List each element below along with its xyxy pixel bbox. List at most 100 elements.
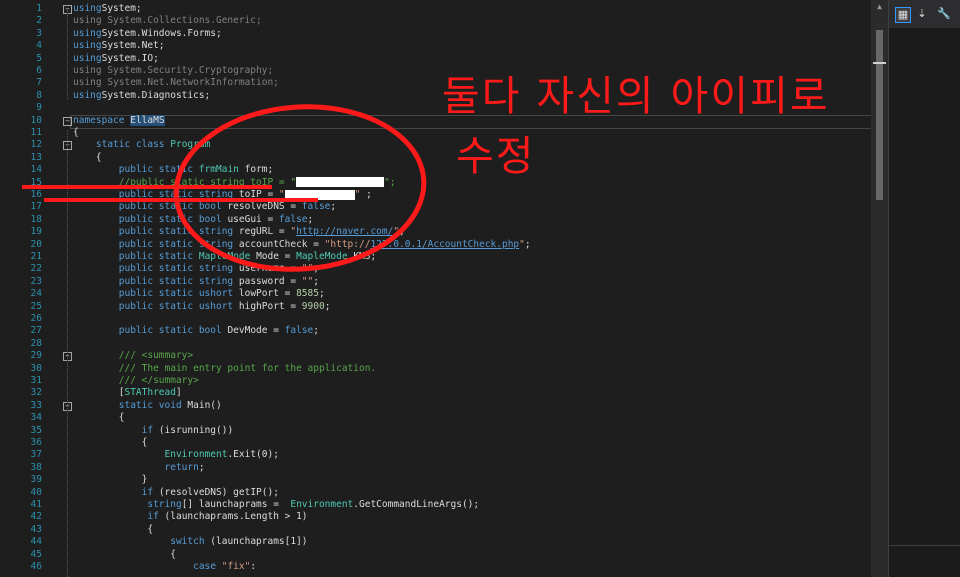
code-line[interactable]: usingSystem.Diagnostics; bbox=[73, 90, 210, 102]
code-line[interactable]: /// <summary> bbox=[73, 350, 193, 362]
code-token: toIP = bbox=[233, 189, 279, 200]
scroll-position-marker bbox=[873, 62, 886, 64]
code-line[interactable]: //public static string toIP = " "; bbox=[73, 177, 396, 189]
code-token: switch bbox=[170, 536, 205, 548]
line-number: 33 bbox=[30, 399, 42, 411]
redacted-ip bbox=[296, 177, 385, 188]
code-line[interactable]: if (launchaprams.Length > 1) bbox=[73, 511, 307, 523]
code-token: public static string bbox=[118, 275, 234, 287]
code-line[interactable]: if (isrunning()) bbox=[73, 425, 234, 437]
code-line[interactable]: /// The main entry point for the applica… bbox=[73, 363, 376, 375]
wrench-icon[interactable]: 🔧 bbox=[937, 7, 951, 21]
code-line[interactable]: public static frmMain form; bbox=[73, 164, 273, 176]
code-token: MapleMode bbox=[296, 251, 348, 262]
code-line[interactable]: static void Main() bbox=[73, 400, 222, 412]
code-token: [] launchaprams = bbox=[181, 499, 291, 510]
code-line[interactable]: public static string password = ""; bbox=[73, 276, 319, 288]
line-number: 42 bbox=[30, 511, 42, 523]
code-line[interactable]: using System.Collections.Generic; bbox=[73, 15, 262, 27]
line-number: 45 bbox=[30, 548, 42, 560]
code-line[interactable]: return; bbox=[73, 462, 205, 474]
line-number: 3 bbox=[36, 27, 42, 39]
code-line[interactable]: public static bool useGui = false; bbox=[73, 213, 314, 226]
line-number: 14 bbox=[30, 164, 42, 176]
code-token: public static string bbox=[118, 263, 234, 275]
code-line[interactable]: usingSystem; bbox=[73, 3, 142, 15]
code-line[interactable]: usingSystem.Net; bbox=[73, 40, 165, 52]
code-token: { bbox=[73, 437, 148, 448]
code-token: System.IO; bbox=[101, 52, 159, 64]
code-line[interactable]: public static bool DevMode = false; bbox=[73, 325, 319, 337]
code-line[interactable]: using System.Net.NetworkInformation; bbox=[73, 77, 279, 89]
line-number: 32 bbox=[30, 387, 42, 399]
code-line[interactable]: public static bool resolveDNS = false; bbox=[73, 201, 336, 213]
code-token: System.Windows.Forms; bbox=[101, 27, 222, 39]
line-number: 36 bbox=[30, 437, 42, 448]
code-line[interactable]: string[] launchaprams = Environment.GetC… bbox=[73, 499, 479, 511]
code-token: using System.Collections.Generic; bbox=[73, 15, 262, 27]
properties-view-icon[interactable]: ▦ bbox=[895, 7, 911, 23]
code-token: form; bbox=[238, 164, 274, 176]
code-line[interactable]: [STAThread] bbox=[73, 387, 182, 399]
code-line[interactable]: { bbox=[73, 437, 148, 449]
code-line[interactable]: namespace EllaMS bbox=[73, 114, 165, 127]
code-line[interactable]: public static string username = ""; bbox=[73, 263, 319, 275]
code-token: "" bbox=[301, 263, 314, 275]
code-line[interactable]: { bbox=[73, 412, 125, 424]
code-token: public static bool bbox=[118, 325, 222, 337]
vertical-scrollbar[interactable]: ▲ bbox=[871, 0, 888, 577]
line-number: 18 bbox=[30, 213, 42, 225]
line-number: 7 bbox=[36, 77, 42, 89]
code-token: Environment bbox=[164, 449, 228, 461]
outline-guide bbox=[67, 130, 68, 577]
code-line[interactable]: public static ushort lowPort = 8585; bbox=[73, 288, 325, 300]
code-line[interactable]: { bbox=[73, 524, 153, 536]
code-token: "" bbox=[301, 275, 314, 287]
code-line[interactable]: usingSystem.Windows.Forms; bbox=[73, 28, 222, 40]
line-number: 6 bbox=[36, 65, 42, 76]
code-line[interactable]: public static ushort highPort = 9900; bbox=[73, 301, 331, 313]
code-line[interactable]: if (resolveDNS) getIP(); bbox=[73, 487, 279, 499]
code-line[interactable]: using System.Security.Cryptography; bbox=[73, 65, 273, 77]
code-token: ] bbox=[175, 387, 182, 399]
code-line[interactable]: usingSystem.IO; bbox=[73, 53, 159, 65]
code-line[interactable]: public static string regURL = "http://na… bbox=[73, 226, 405, 238]
code-line[interactable]: Environment.Exit(0); bbox=[73, 449, 279, 461]
code-token: case bbox=[193, 561, 216, 572]
code-token: useGui = bbox=[221, 213, 279, 225]
code-token: using bbox=[73, 52, 102, 64]
scrollbar-thumb[interactable] bbox=[876, 30, 883, 200]
line-number: 26 bbox=[30, 313, 42, 324]
code-line[interactable]: { bbox=[73, 127, 79, 139]
collapse-icon[interactable]: − bbox=[63, 116, 72, 126]
line-number: 41 bbox=[30, 499, 42, 510]
scroll-up-arrow-icon[interactable]: ▲ bbox=[875, 2, 884, 12]
code-line[interactable]: public static string toIP = " " ; bbox=[73, 189, 372, 201]
code-line[interactable]: { bbox=[73, 152, 102, 164]
code-line[interactable]: static class Program bbox=[73, 139, 210, 151]
code-line[interactable]: case "fix": bbox=[73, 561, 256, 573]
line-number: 35 bbox=[30, 424, 42, 436]
line-number: 13 bbox=[30, 151, 42, 163]
code-token: using System.Security.Cryptography; bbox=[73, 65, 274, 76]
line-number: 8 bbox=[36, 89, 42, 101]
code-line[interactable]: public static string accountCheck = "htt… bbox=[73, 239, 531, 251]
code-token: .Exit(0); bbox=[227, 449, 279, 461]
code-line[interactable]: switch (launchaprams[1]) bbox=[73, 536, 307, 548]
code-line[interactable]: public static MapleMode Mode = MapleMode… bbox=[73, 251, 376, 263]
code-line[interactable]: { bbox=[73, 549, 176, 561]
code-line[interactable]: } bbox=[73, 474, 148, 486]
code-token: { bbox=[73, 548, 176, 560]
code-token: Program bbox=[170, 139, 211, 151]
code-line[interactable]: /// </summary> bbox=[73, 375, 199, 387]
sort-alphabetical-icon[interactable]: ⇣ bbox=[915, 7, 929, 21]
code-token: ; bbox=[313, 325, 319, 337]
